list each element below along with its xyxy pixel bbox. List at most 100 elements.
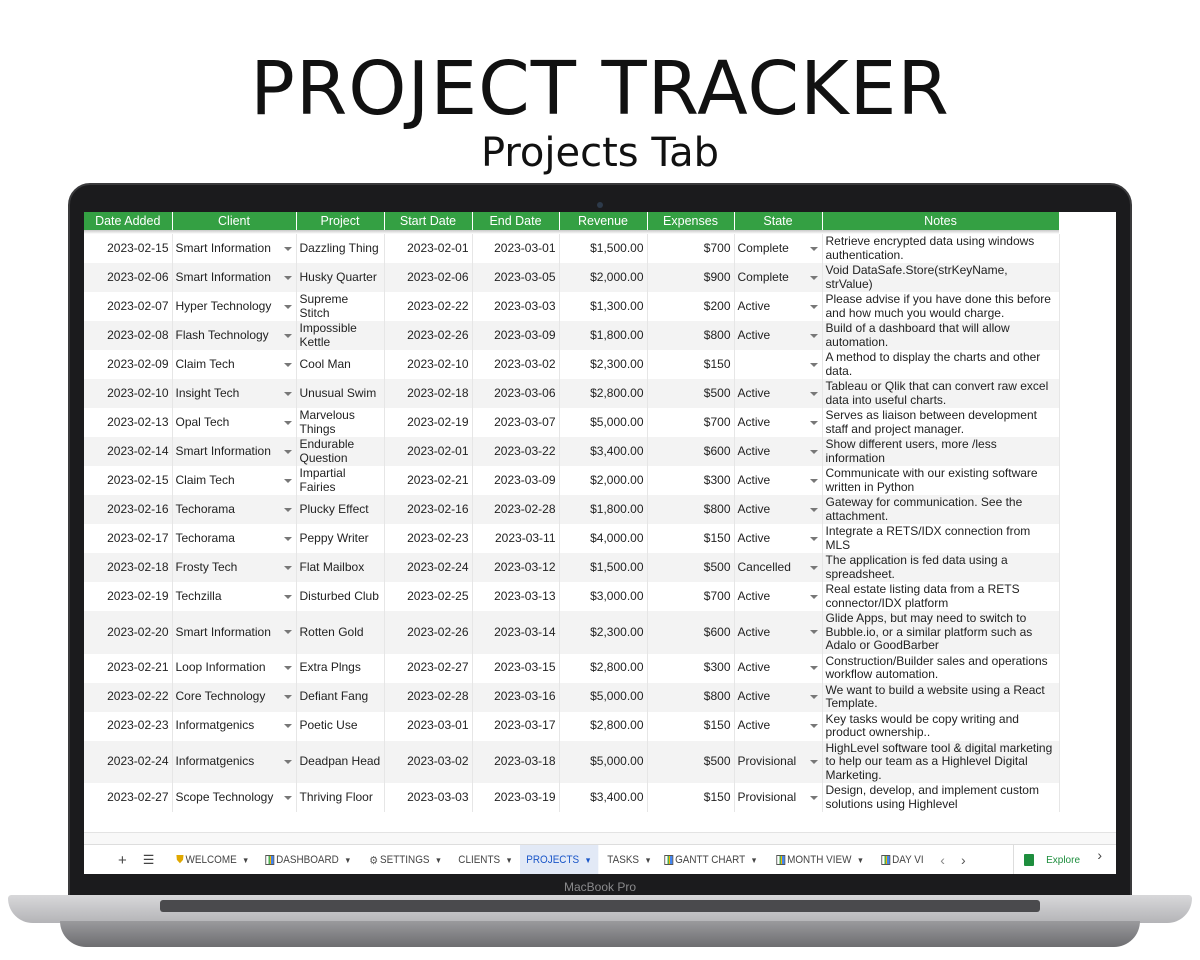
dropdown-caret-icon[interactable]	[809, 565, 818, 570]
cell-revenue[interactable]: $2,300.00	[559, 350, 648, 379]
dropdown-caret-icon[interactable]	[809, 695, 818, 699]
cell-notes[interactable]: Retrieve encrypted data using windows au…	[822, 234, 1060, 263]
cell-end-date[interactable]: 2023-03-13	[472, 582, 560, 611]
cell-revenue[interactable]: $3,400.00	[559, 437, 648, 466]
side-panel-toggle[interactable]: ›	[1097, 847, 1102, 863]
cell-state[interactable]: Active	[734, 495, 823, 524]
dropdown-caret-icon[interactable]	[283, 333, 292, 338]
cell-end-date[interactable]: 2023-03-12	[472, 553, 560, 582]
cell-start-date[interactable]: 2023-02-18	[384, 379, 473, 408]
dropdown-caret-icon[interactable]	[809, 666, 818, 670]
cell-date-added[interactable]: 2023-02-21	[84, 653, 173, 683]
cell-state[interactable]: Active	[734, 321, 823, 350]
cell-state[interactable]: Active	[734, 653, 823, 683]
cell-start-date[interactable]: 2023-02-19	[384, 408, 473, 437]
cell-expenses[interactable]: $800	[647, 321, 735, 350]
cell-state[interactable]: Active	[734, 524, 823, 553]
cell-expenses[interactable]: $500	[647, 740, 735, 783]
dropdown-caret-icon[interactable]	[809, 362, 818, 367]
cell-expenses[interactable]: $150	[647, 350, 735, 379]
cell-project[interactable]: Deadpan Head	[296, 740, 385, 783]
cell-end-date[interactable]: 2023-03-02	[472, 350, 560, 379]
cell-expenses[interactable]: $600	[647, 437, 735, 466]
cell-state[interactable]: Provisional	[734, 740, 823, 783]
cell-expenses[interactable]: $500	[647, 379, 735, 408]
sheet-tab-dashboard[interactable]: DASHBOARD ▼	[259, 845, 358, 874]
cell-start-date[interactable]: 2023-02-21	[384, 466, 473, 495]
cell-notes[interactable]: Tableau or Qlik that can convert raw exc…	[822, 379, 1060, 408]
cell-date-added[interactable]: 2023-02-19	[84, 582, 173, 611]
dropdown-caret-icon[interactable]	[809, 304, 818, 309]
cell-client[interactable]: Informatgenics	[172, 711, 297, 741]
sheet-tab-projects[interactable]: PROJECTS ▼	[520, 845, 599, 874]
cell-end-date[interactable]: 2023-03-14	[472, 611, 560, 654]
cell-notes[interactable]: Construction/Builder sales and operation…	[822, 653, 1060, 683]
cell-date-added[interactable]: 2023-02-14	[84, 437, 173, 466]
column-header-revenue[interactable]: Revenue	[559, 212, 648, 230]
dropdown-caret-icon[interactable]	[283, 304, 292, 309]
cell-date-added[interactable]: 2023-02-16	[84, 495, 173, 524]
cell-state[interactable]: Cancelled	[734, 553, 823, 582]
cell-client[interactable]: Flash Technology	[172, 321, 297, 350]
sheet-tab-welcome[interactable]: ⛊ WELCOME ▼	[170, 845, 256, 874]
cell-date-added[interactable]: 2023-02-15	[84, 466, 173, 495]
cell-start-date[interactable]: 2023-02-27	[384, 653, 473, 683]
cell-project[interactable]: Flat Mailbox	[296, 553, 385, 582]
cell-client[interactable]: Frosty Tech	[172, 553, 297, 582]
cell-date-added[interactable]: 2023-02-10	[84, 379, 173, 408]
cell-expenses[interactable]: $150	[647, 711, 735, 741]
cell-start-date[interactable]: 2023-03-02	[384, 740, 473, 783]
cell-client[interactable]: Insight Tech	[172, 379, 297, 408]
column-header-start-date[interactable]: Start Date	[384, 212, 473, 230]
cell-start-date[interactable]: 2023-02-06	[384, 263, 473, 292]
cell-start-date[interactable]: 2023-02-23	[384, 524, 473, 553]
dropdown-caret-icon[interactable]	[809, 449, 818, 454]
cell-revenue[interactable]: $4,000.00	[559, 524, 648, 553]
scroll-tabs-right-button[interactable]: ›	[961, 852, 966, 868]
chevron-down-icon[interactable]: ▼	[505, 856, 512, 865]
cell-date-added[interactable]: 2023-02-27	[84, 783, 173, 812]
dropdown-caret-icon[interactable]	[283, 507, 292, 512]
dropdown-caret-icon[interactable]	[809, 536, 818, 541]
cell-expenses[interactable]: $300	[647, 466, 735, 495]
cell-client[interactable]: Informatgenics	[172, 740, 297, 783]
dropdown-caret-icon[interactable]	[809, 391, 818, 396]
cell-revenue[interactable]: $1,800.00	[559, 495, 648, 524]
cell-notes[interactable]: Please advise if you have done this befo…	[822, 292, 1060, 321]
cell-end-date[interactable]: 2023-03-17	[472, 711, 560, 741]
sheet-tab-tasks[interactable]: TASKS ▼	[601, 845, 658, 874]
cell-date-added[interactable]: 2023-02-18	[84, 553, 173, 582]
dropdown-caret-icon[interactable]	[283, 594, 292, 599]
sheet-tab-gantt-chart[interactable]: GANTT CHART ▼	[658, 845, 764, 874]
cell-date-added[interactable]: 2023-02-06	[84, 263, 173, 292]
cell-state[interactable]: Active	[734, 611, 823, 654]
explore-button[interactable]: Explore	[1013, 845, 1080, 874]
cell-state[interactable]: Active	[734, 682, 823, 712]
cell-expenses[interactable]: $200	[647, 292, 735, 321]
dropdown-caret-icon[interactable]	[283, 449, 292, 454]
chevron-down-icon[interactable]: ▼	[857, 856, 864, 865]
dropdown-caret-icon[interactable]	[809, 795, 818, 800]
column-header-project[interactable]: Project	[296, 212, 385, 230]
cell-project[interactable]: Rotten Gold	[296, 611, 385, 654]
cell-project[interactable]: Endurable Question	[296, 437, 385, 466]
cell-state[interactable]	[734, 350, 823, 379]
cell-start-date[interactable]: 2023-02-01	[384, 234, 473, 263]
cell-expenses[interactable]: $500	[647, 553, 735, 582]
cell-date-added[interactable]: 2023-02-24	[84, 740, 173, 783]
dropdown-caret-icon[interactable]	[809, 333, 818, 338]
cell-end-date[interactable]: 2023-03-16	[472, 682, 560, 712]
dropdown-caret-icon[interactable]	[809, 724, 818, 728]
cell-project[interactable]: Impartial Fairies	[296, 466, 385, 495]
dropdown-caret-icon[interactable]	[283, 695, 292, 699]
dropdown-caret-icon[interactable]	[283, 246, 292, 251]
cell-end-date[interactable]: 2023-02-28	[472, 495, 560, 524]
column-header-expenses[interactable]: Expenses	[647, 212, 735, 230]
cell-notes[interactable]: Communicate with our existing software w…	[822, 466, 1060, 495]
cell-notes[interactable]: Design, develop, and implement custom so…	[822, 783, 1060, 812]
cell-project[interactable]: Extra Plngs	[296, 653, 385, 683]
dropdown-caret-icon[interactable]	[283, 275, 292, 280]
cell-project[interactable]: Defiant Fang	[296, 682, 385, 712]
cell-notes[interactable]: Key tasks would be copy writing and prod…	[822, 711, 1060, 741]
cell-end-date[interactable]: 2023-03-15	[472, 653, 560, 683]
